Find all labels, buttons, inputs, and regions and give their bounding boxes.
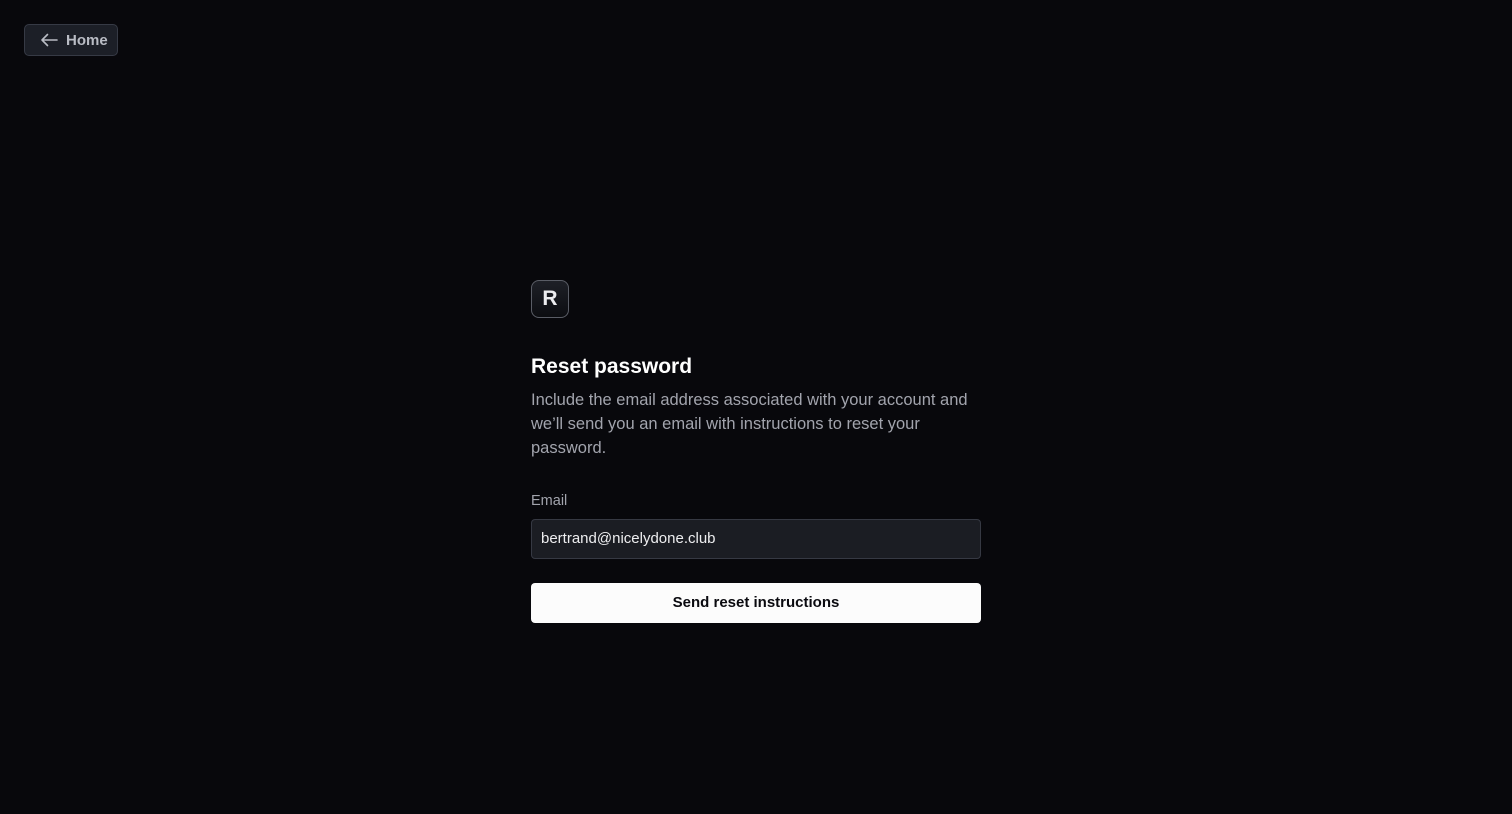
home-button-label: Home [66,31,108,49]
reset-password-form: R Reset password Include the email addre… [531,280,981,623]
send-reset-instructions-button[interactable]: Send reset instructions [531,582,981,623]
email-field[interactable] [531,518,981,559]
page-description: Include the email address associated wit… [531,391,968,458]
home-button[interactable]: Home [24,24,118,56]
email-label: Email [531,493,568,510]
page-title: Reset password [531,355,693,378]
arrow-left-icon [40,33,58,47]
app-logo: R [531,280,569,318]
